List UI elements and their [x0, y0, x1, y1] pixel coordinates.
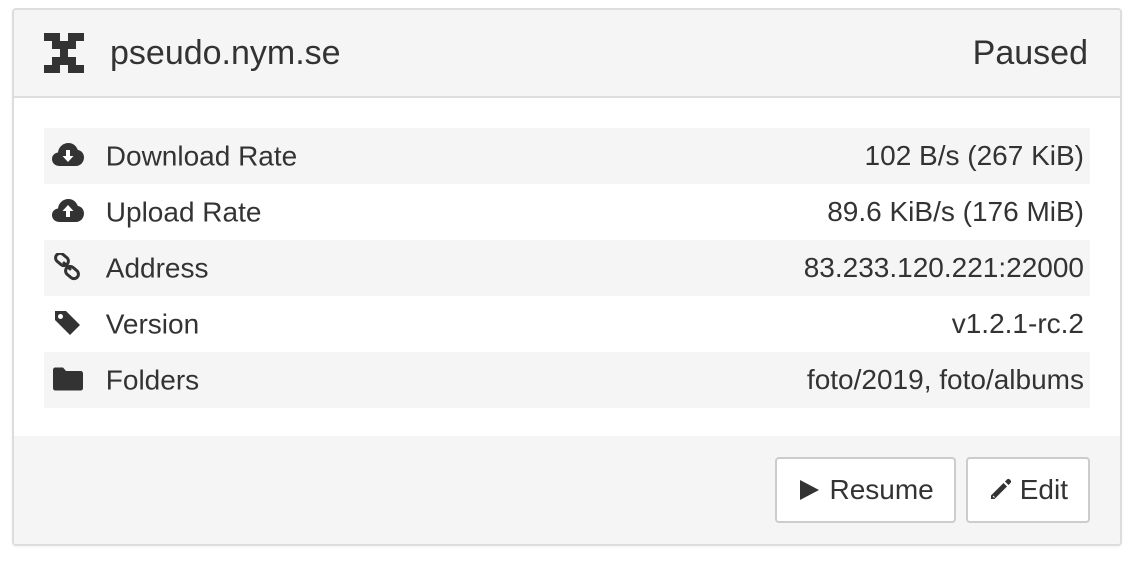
row-value: v1.2.1-rc.2: [951, 308, 1084, 339]
table-row-address: Address 83.233.120.221:22000: [44, 240, 1090, 296]
pencil-icon: [990, 478, 1011, 499]
device-panel: pseudo.nym.se Paused Download Rate 102 B…: [12, 8, 1122, 546]
link-icon: [54, 252, 80, 280]
device-panel-body: Download Rate 102 B/s (267 KiB) Upload R…: [14, 98, 1120, 438]
row-value: 102 B/s (267 KiB): [864, 140, 1084, 171]
row-value: 83.233.120.221:22000: [803, 252, 1084, 283]
tag-icon: [55, 310, 80, 335]
device-panel-footer: Resume Edit: [14, 436, 1120, 544]
row-value: foto/2019, foto/albums: [806, 364, 1084, 395]
resume-button-label: Resume: [829, 474, 934, 505]
row-label: Address: [105, 252, 209, 284]
row-label: Folders: [105, 364, 200, 396]
table-row-folders: Folders foto/2019, foto/albums: [44, 352, 1090, 408]
cloud-upload-icon: [52, 198, 84, 222]
table-row-download-rate: Download Rate 102 B/s (267 KiB): [44, 128, 1090, 184]
device-info-table: Download Rate 102 B/s (267 KiB) Upload R…: [44, 128, 1090, 408]
row-label: Download Rate: [105, 140, 298, 172]
edit-button-label: Edit: [1019, 474, 1068, 505]
resume-button[interactable]: Resume: [775, 457, 956, 523]
device-panel-heading[interactable]: pseudo.nym.se Paused: [14, 10, 1120, 98]
device-status: Paused: [972, 33, 1088, 72]
row-value: 89.6 KiB/s (176 MiB): [827, 196, 1084, 227]
folder-icon: [53, 367, 83, 391]
table-row-version: Version v1.2.1-rc.2: [44, 296, 1090, 352]
play-icon: [800, 480, 820, 500]
device-name: pseudo.nym.se: [110, 33, 341, 72]
edit-button[interactable]: Edit: [965, 457, 1090, 523]
row-label: Upload Rate: [105, 196, 262, 228]
identicon-icon: [44, 33, 84, 73]
row-label: Version: [105, 308, 200, 340]
cloud-download-icon: [52, 142, 84, 166]
table-row-upload-rate: Upload Rate 89.6 KiB/s (176 MiB): [44, 184, 1090, 240]
